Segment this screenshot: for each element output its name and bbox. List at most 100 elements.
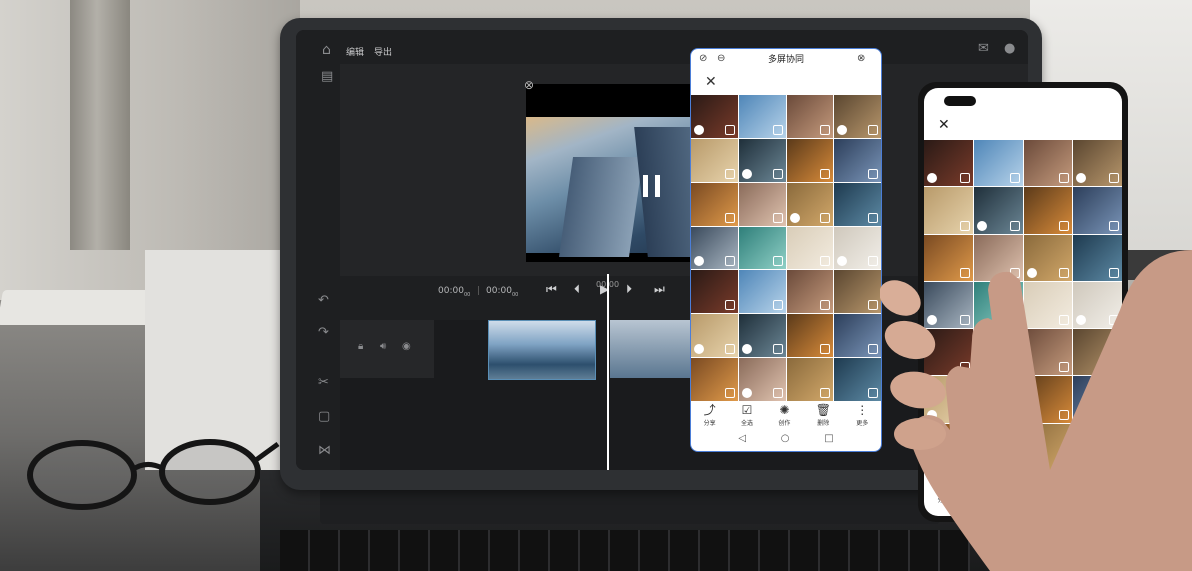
checkbox-icon[interactable] — [1009, 220, 1020, 231]
photo-thumbnail[interactable] — [834, 358, 881, 401]
photo-thumbnail[interactable] — [786, 138, 834, 182]
create-button[interactable]: ✺创作 — [778, 403, 790, 427]
checkbox-icon[interactable] — [724, 168, 735, 179]
checkbox-icon[interactable] — [724, 344, 735, 355]
photo-thumbnail[interactable] — [738, 314, 786, 358]
photo-thumbnail[interactable] — [738, 182, 786, 226]
select-all-button[interactable]: ☑全选 — [741, 403, 753, 427]
photo-thumbnail[interactable] — [786, 314, 834, 358]
checkbox-icon[interactable] — [772, 256, 783, 267]
close-icon[interactable]: ✕ — [938, 118, 950, 132]
checkbox-icon[interactable] — [724, 124, 735, 135]
checkbox-icon[interactable] — [772, 388, 783, 398]
photo-thumbnail[interactable] — [834, 95, 881, 138]
photo-thumbnail[interactable] — [738, 226, 786, 270]
close-icon[interactable]: ✕ — [705, 75, 717, 89]
photo-thumbnail[interactable] — [691, 226, 738, 270]
photo-thumbnail[interactable] — [924, 140, 973, 187]
photo-thumbnail[interactable] — [786, 270, 834, 314]
back-icon[interactable]: ◁ — [738, 433, 746, 444]
checkbox-icon[interactable] — [868, 344, 878, 355]
undo-icon[interactable]: ↶ — [318, 294, 329, 307]
video-clip[interactable] — [488, 320, 596, 380]
photo-thumbnail[interactable] — [786, 226, 834, 270]
photo-thumbnail[interactable] — [738, 95, 786, 138]
skip-end-icon[interactable]: ⏭ — [654, 282, 665, 297]
photo-thumbnail[interactable] — [1073, 187, 1122, 234]
photo-thumbnail[interactable] — [834, 270, 881, 314]
photo-thumbnail[interactable] — [973, 187, 1023, 234]
photo-thumbnail[interactable] — [834, 182, 881, 226]
menu-edit[interactable]: 编辑 — [346, 45, 364, 58]
crop-icon[interactable]: ▢ — [318, 410, 330, 423]
checkbox-icon[interactable] — [772, 344, 783, 355]
eye-icon[interactable]: ◉ — [402, 342, 411, 352]
photo-thumbnail[interactable] — [786, 358, 834, 401]
recents-icon[interactable]: □ — [824, 433, 833, 444]
checkbox-icon[interactable] — [724, 300, 735, 311]
photo-thumbnail[interactable] — [691, 182, 738, 226]
checkbox-icon[interactable] — [820, 300, 831, 311]
photo-thumbnail[interactable] — [691, 314, 738, 358]
photo-thumbnail[interactable] — [786, 95, 834, 138]
photo-thumbnail[interactable] — [834, 314, 881, 358]
checkbox-icon[interactable] — [868, 300, 878, 311]
checkbox-icon[interactable] — [1059, 173, 1070, 184]
checkbox-icon[interactable] — [772, 168, 783, 179]
checkbox-icon[interactable] — [868, 256, 878, 267]
checkbox-icon[interactable] — [1059, 220, 1070, 231]
mail-icon[interactable]: ✉ — [978, 42, 989, 55]
photo-thumbnail[interactable] — [973, 140, 1023, 187]
checkbox-icon[interactable] — [820, 344, 831, 355]
home-icon[interactable]: ○ — [781, 433, 790, 444]
step-forward-icon[interactable]: ⏵ — [626, 282, 632, 297]
photo-thumbnail[interactable] — [738, 138, 786, 182]
skip-start-icon[interactable]: ⏮ — [546, 282, 557, 297]
checkbox-icon[interactable] — [959, 220, 970, 231]
checkbox-icon[interactable] — [868, 124, 878, 135]
checkbox-icon[interactable] — [868, 212, 878, 223]
playhead[interactable] — [607, 274, 609, 470]
photo-thumbnail[interactable] — [738, 270, 786, 314]
share-icon[interactable]: ⋈ — [318, 444, 331, 457]
checkbox-icon[interactable] — [772, 212, 783, 223]
checkbox-icon[interactable] — [868, 168, 878, 179]
chat-icon[interactable]: ● — [1004, 42, 1015, 55]
share-button[interactable]: ⤴分享 — [704, 403, 716, 427]
photo-thumbnail[interactable] — [834, 226, 881, 270]
checkbox-icon[interactable] — [772, 300, 783, 311]
photo-thumbnail[interactable] — [786, 182, 834, 226]
photo-thumbnail[interactable] — [691, 95, 738, 138]
checkbox-icon[interactable] — [820, 168, 831, 179]
redo-icon[interactable]: ↷ — [318, 326, 329, 339]
photo-thumbnail[interactable] — [1023, 140, 1073, 187]
checkbox-icon[interactable] — [820, 256, 831, 267]
photo-thumbnail[interactable] — [738, 358, 786, 401]
photo-thumbnail[interactable] — [834, 138, 881, 182]
photo-thumbnail[interactable] — [924, 187, 973, 234]
photo-thumbnail[interactable] — [691, 270, 738, 314]
pause-icon[interactable] — [643, 175, 661, 197]
photo-thumbnail[interactable] — [1073, 140, 1122, 187]
menu-export[interactable]: 导出 — [374, 45, 392, 58]
step-back-icon[interactable]: ⏴ — [574, 282, 580, 297]
checkbox-icon[interactable] — [1109, 173, 1119, 184]
volume-icon[interactable]: 🔊︎ — [380, 342, 386, 352]
photo-thumbnail[interactable] — [691, 358, 738, 401]
checkbox-icon[interactable] — [820, 124, 831, 135]
checkbox-icon[interactable] — [724, 256, 735, 267]
home-icon[interactable]: ⌂ — [322, 43, 331, 57]
checkbox-icon[interactable] — [724, 212, 735, 223]
photo-thumbnail[interactable] — [691, 138, 738, 182]
media-icon[interactable]: ▤ — [321, 70, 333, 83]
close-icon[interactable]: ⊗ — [524, 78, 534, 92]
scissors-icon[interactable]: ✂ — [318, 376, 329, 389]
lock-icon[interactable]: 🔒︎ — [358, 342, 363, 352]
photo-thumbnail[interactable] — [1023, 187, 1073, 234]
checkbox-icon[interactable] — [1109, 220, 1119, 231]
more-button[interactable]: ⋮更多 — [856, 403, 868, 427]
checkbox-icon[interactable] — [868, 388, 878, 398]
checkbox-icon[interactable] — [959, 173, 970, 184]
checkbox-icon[interactable] — [820, 212, 831, 223]
checkbox-icon[interactable] — [820, 388, 831, 398]
